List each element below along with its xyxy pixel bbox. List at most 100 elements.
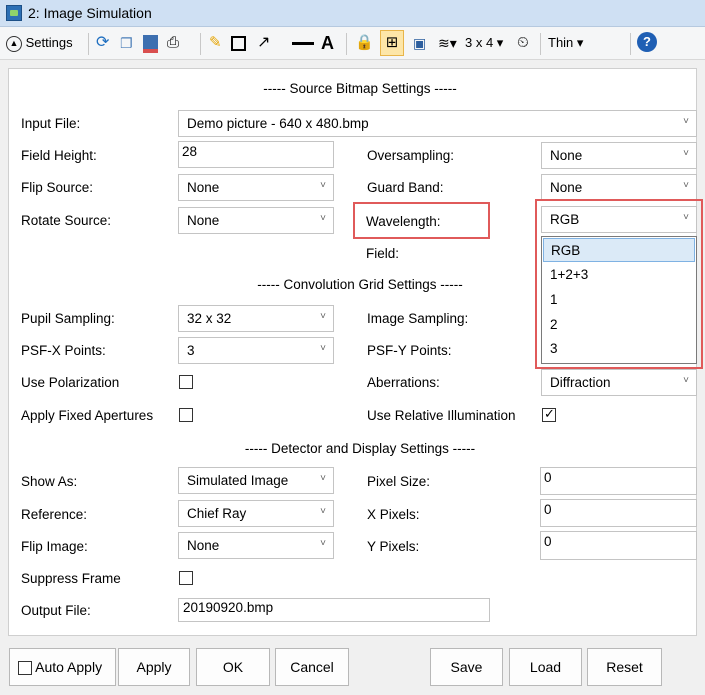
guard-band-label: Guard Band: <box>367 180 444 195</box>
line-thickness-dropdown[interactable]: Thin ▾ <box>548 33 583 53</box>
chevron-down-icon: ˅ <box>320 506 326 517</box>
source-section-title: ----- Source Bitmap Settings ----- <box>263 81 457 96</box>
help-icon[interactable]: ? <box>637 32 657 52</box>
x-pixels-label: X Pixels: <box>367 507 420 522</box>
input-file-label: Input File: <box>21 116 81 131</box>
flip-image-dropdown[interactable]: None ˅ <box>178 532 334 559</box>
auto-apply-toggle[interactable]: Auto Apply <box>9 648 116 686</box>
aberrations-dropdown[interactable]: Diffraction ˅ <box>541 369 697 396</box>
arrow-icon[interactable]: ↗ <box>257 33 270 53</box>
grid-toggle-icon[interactable]: ⊞ <box>380 30 404 56</box>
psfx-points-dropdown[interactable]: 3 ˅ <box>178 337 334 364</box>
output-file-value: 20190920.bmp <box>183 600 274 615</box>
chevron-down-icon: ˅ <box>320 538 326 549</box>
use-relative-illumination-label: Use Relative Illumination <box>367 408 516 423</box>
aberrations-label: Aberrations: <box>367 375 440 390</box>
print-icon[interactable]: ⎙ <box>167 33 179 53</box>
use-relative-illumination-checkbox[interactable]: ✓ <box>542 406 556 422</box>
copy-icon[interactable]: ❐ <box>120 33 133 53</box>
flip-source-dropdown[interactable]: None ˅ <box>178 174 334 201</box>
pixel-size-value: 0 <box>544 470 552 485</box>
window-icon[interactable]: ▣ <box>413 33 426 53</box>
lock-icon[interactable]: 🔒 <box>355 33 374 53</box>
rotate-source-dropdown[interactable]: None ˅ <box>178 207 334 234</box>
psfx-points-value: 3 <box>187 343 195 358</box>
apply-button[interactable]: Apply <box>118 648 190 686</box>
psfx-points-label: PSF-X Points: <box>21 343 106 358</box>
reset-button[interactable]: Reset <box>587 648 662 686</box>
y-pixels-value: 0 <box>544 534 552 549</box>
field-height-input[interactable]: 28 <box>178 141 334 168</box>
save-image-icon[interactable] <box>143 33 158 53</box>
grid-size-dropdown[interactable]: 3 x 4 ▾ <box>465 33 503 53</box>
collapse-icon: ▲ <box>6 35 22 52</box>
apply-fixed-apertures-checkbox[interactable] <box>179 408 193 422</box>
refresh-icon[interactable]: ⟳ <box>96 33 109 53</box>
detector-section-title: ----- Detector and Display Settings ----… <box>244 441 476 456</box>
input-file-value: Demo picture - 640 x 480.bmp <box>187 116 369 131</box>
auto-apply-checkbox[interactable] <box>18 661 32 676</box>
rotate-source-value: None <box>187 213 220 228</box>
layers-icon[interactable]: ≋▾ <box>438 33 457 53</box>
psfy-points-label: PSF-Y Points: <box>367 343 452 358</box>
show-as-dropdown[interactable]: Simulated Image ˅ <box>178 467 334 494</box>
checkmark-icon: ✓ <box>544 406 555 421</box>
settings-label: Settings <box>25 35 73 50</box>
aberrations-value: Diffraction <box>550 375 611 390</box>
y-pixels-label: Y Pixels: <box>367 539 420 554</box>
line-thickness-label: Thin <box>548 35 574 50</box>
suppress-frame-checkbox[interactable] <box>179 571 193 585</box>
use-polarization-checkbox[interactable] <box>179 375 193 389</box>
wavelength-label-highlight <box>353 202 490 239</box>
field-height-label: Field Height: <box>21 148 97 163</box>
pixel-size-label: Pixel Size: <box>367 474 431 489</box>
wavelength-dropdown-highlight <box>535 199 703 369</box>
line-icon[interactable] <box>292 33 314 53</box>
reference-label: Reference: <box>21 507 88 522</box>
oversampling-value: None <box>550 148 583 163</box>
field-label: Field: <box>366 246 400 261</box>
oversampling-label: Oversampling: <box>367 148 455 163</box>
auto-apply-label: Auto Apply <box>35 659 103 675</box>
y-pixels-input[interactable]: 0 <box>540 531 697 560</box>
chevron-down-icon: ˅ <box>683 180 689 191</box>
text-icon[interactable]: A <box>321 33 334 53</box>
title-bar: 2: Image Simulation <box>0 0 705 27</box>
use-polarization-label: Use Polarization <box>21 375 120 390</box>
window-title: 2: Image Simulation <box>28 5 152 21</box>
oversampling-dropdown[interactable]: None ˅ <box>541 142 697 169</box>
rotate-source-label: Rotate Source: <box>21 213 112 228</box>
flip-source-label: Flip Source: <box>21 180 94 195</box>
guard-band-dropdown[interactable]: None ˅ <box>541 174 697 201</box>
save-button[interactable]: Save <box>430 648 503 686</box>
reference-value: Chief Ray <box>187 506 247 521</box>
x-pixels-value: 0 <box>544 502 552 517</box>
flip-source-value: None <box>187 180 220 195</box>
show-as-label: Show As: <box>21 474 78 489</box>
show-as-value: Simulated Image <box>187 473 289 488</box>
reference-dropdown[interactable]: Chief Ray ˅ <box>178 500 334 527</box>
output-file-input[interactable]: 20190920.bmp <box>178 598 490 622</box>
chevron-down-icon: ˅ <box>683 116 689 127</box>
convolution-section-title: ----- Convolution Grid Settings ----- <box>257 277 463 292</box>
load-button[interactable]: Load <box>509 648 582 686</box>
x-pixels-input[interactable]: 0 <box>540 499 697 527</box>
pixel-size-input[interactable]: 0 <box>540 467 697 495</box>
chevron-down-icon: ˅ <box>683 148 689 159</box>
settings-toggle-button[interactable]: ▲ Settings <box>6 33 73 53</box>
chevron-down-icon: ˅ <box>320 311 326 322</box>
grid-size-label: 3 x 4 <box>465 35 494 50</box>
flip-image-label: Flip Image: <box>21 539 88 554</box>
clock-icon[interactable]: ⏲ <box>517 33 529 53</box>
chevron-down-icon: ˅ <box>320 213 326 224</box>
pupil-sampling-dropdown[interactable]: 32 x 32 ˅ <box>178 305 334 332</box>
ok-button[interactable]: OK <box>196 648 270 686</box>
suppress-frame-label: Suppress Frame <box>21 571 121 586</box>
rectangle-icon[interactable] <box>231 33 246 53</box>
pupil-sampling-label: Pupil Sampling: <box>21 311 115 326</box>
pencil-icon[interactable]: ✎ <box>209 33 222 53</box>
cancel-button[interactable]: Cancel <box>275 648 349 686</box>
input-file-dropdown[interactable]: Demo picture - 640 x 480.bmp ˅ <box>178 110 697 137</box>
toolbar: ▲ Settings ⟳ ❐ ⎙ ✎ ↗ A 🔒 ⊞ ▣ ≋▾ 3 x 4 ▾ … <box>0 27 705 60</box>
flip-image-value: None <box>187 538 220 553</box>
